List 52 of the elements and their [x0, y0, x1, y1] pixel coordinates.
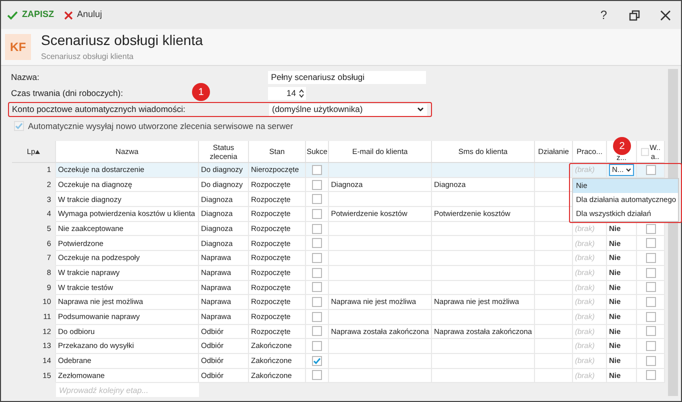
checkbox[interactable] [312, 326, 322, 336]
page-subtitle: Scenariusz obsługi klienta [41, 50, 134, 62]
checkbox[interactable] [312, 356, 322, 366]
checkbox[interactable] [646, 326, 656, 336]
field-label: Konto pocztowe automatycznych wiadomości: [12, 104, 186, 114]
check-icon [7, 10, 18, 20]
close-icon[interactable] [660, 10, 671, 20]
logo: KF [5, 34, 31, 60]
checkbox[interactable] [312, 208, 322, 219]
checkbox[interactable] [312, 341, 322, 352]
number-badge: 1 [192, 83, 210, 101]
checkbox[interactable] [646, 238, 656, 248]
checkbox[interactable] [312, 224, 322, 234]
checkbox[interactable] [646, 282, 656, 292]
checkbox[interactable] [312, 164, 322, 175]
checkbox[interactable] [312, 297, 322, 308]
checkbox[interactable] [312, 312, 322, 322]
checkbox[interactable] [646, 224, 656, 234]
checkbox-label: Automatycznie wysyłaj nowo utworzone zlecenia serwisowe na serwer [28, 120, 294, 132]
close-icon [64, 10, 74, 20]
checkbox[interactable] [312, 180, 322, 190]
checkbox[interactable] [312, 370, 322, 380]
checkbox[interactable] [640, 148, 649, 156]
checkbox[interactable] [646, 312, 656, 322]
chevron-down-icon [626, 168, 631, 172]
checkbox[interactable] [312, 282, 322, 292]
save-button[interactable]: ZAPISZ [7, 8, 54, 22]
chevron-down-icon [417, 107, 424, 112]
checkbox[interactable] [646, 297, 656, 308]
field-label: Czas trwania (dni roboczych): [11, 88, 123, 98]
cancel-button[interactable]: Anuluj [64, 8, 102, 22]
duration-spinner[interactable]: 14 [268, 86, 306, 100]
number-badge: 2 [613, 137, 631, 155]
checkbox[interactable] [646, 268, 656, 278]
checkbox[interactable] [646, 252, 656, 263]
account-dropdown[interactable]: (domyślne użytkownika) [269, 104, 427, 116]
sort-ascending-icon [35, 150, 40, 154]
checkbox[interactable] [646, 164, 656, 175]
restore-icon[interactable] [629, 10, 640, 20]
checkbox[interactable] [646, 370, 656, 380]
page-title: Scenariusz obsługi klienta [41, 32, 203, 48]
field-label: Nazwa: [11, 72, 40, 82]
checkbox[interactable] [312, 194, 322, 204]
checkbox[interactable] [312, 252, 322, 263]
checkbox[interactable] [312, 238, 322, 248]
checkbox[interactable] [646, 356, 656, 366]
help-button[interactable]: ? [594, 6, 613, 24]
name-field[interactable]: Pełny scenariusz obsługi [268, 70, 426, 84]
checkbox[interactable] [646, 341, 656, 352]
stepper-icon [299, 88, 304, 98]
checkbox[interactable] [312, 268, 322, 278]
input-field[interactable]: Wprowadź kolejny etap... [56, 383, 199, 398]
